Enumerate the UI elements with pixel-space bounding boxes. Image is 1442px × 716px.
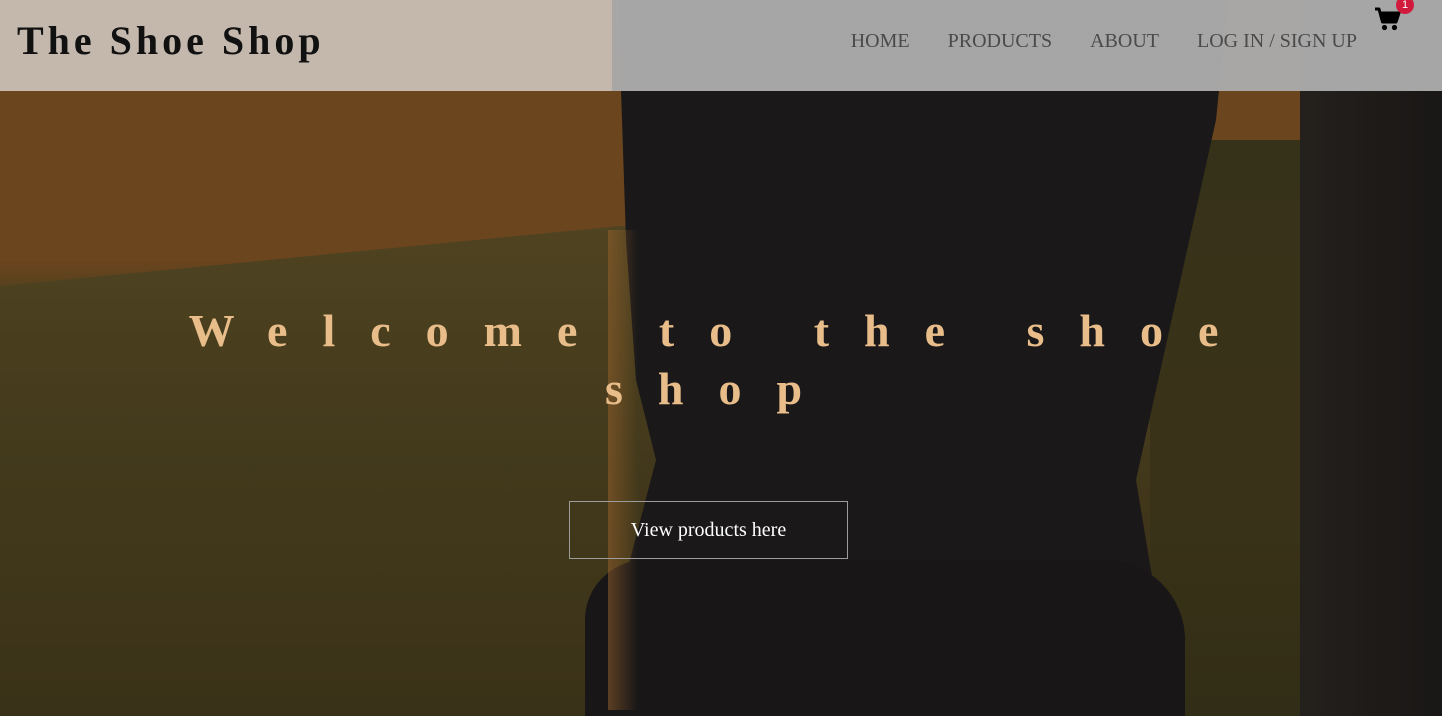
- hero-title: Welcome to the shoe shop: [188, 305, 1254, 414]
- nav-links: HOME PRODUCTS ABOUT LOG IN / SIGN UP: [851, 29, 1357, 53]
- nav-about-link[interactable]: ABOUT: [1090, 29, 1159, 53]
- view-products-button[interactable]: View products here: [569, 501, 848, 559]
- nav-login-signup-link[interactable]: LOG IN / SIGN UP: [1197, 29, 1357, 53]
- nav-home-link[interactable]: HOME: [851, 29, 910, 53]
- brand-logo[interactable]: The Shoe Shop: [17, 17, 325, 65]
- nav-products-link[interactable]: PRODUCTS: [948, 29, 1052, 53]
- navbar: The Shoe Shop HOME PRODUCTS ABOUT LOG IN…: [0, 0, 1442, 91]
